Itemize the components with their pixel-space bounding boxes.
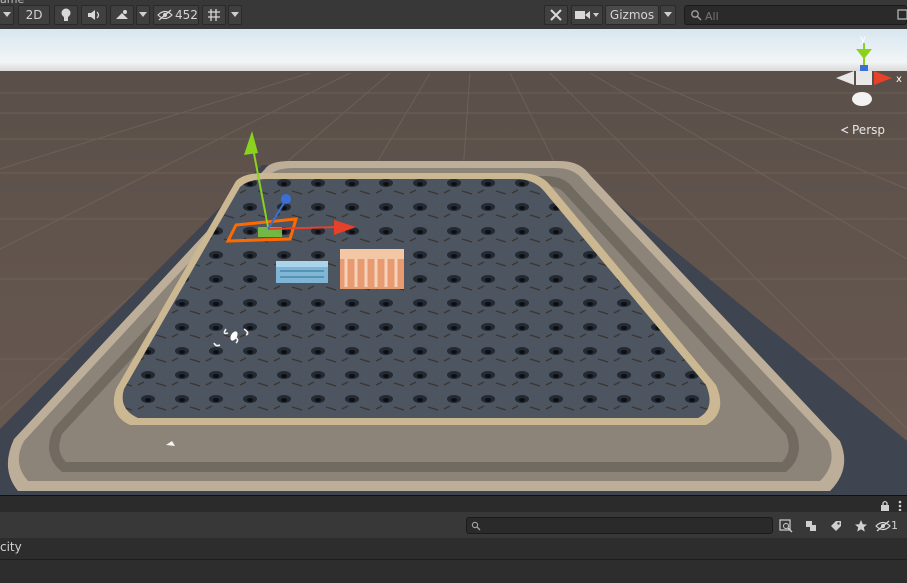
bottom-panel-content: city — [0, 538, 907, 583]
scene-toolbar: ame 2D 452 — [0, 0, 907, 30]
filter-icon — [779, 518, 793, 532]
chevron-down-icon — [2, 12, 11, 17]
gizmo-x-label: x — [896, 74, 902, 85]
camera-icon — [575, 11, 599, 19]
search-by-label-button[interactable] — [825, 516, 847, 535]
scene-search-field[interactable] — [684, 5, 907, 25]
hidden-objects-count: 452 — [175, 8, 198, 22]
search-icon — [471, 521, 481, 531]
z-axis-arrow[interactable] — [281, 194, 291, 204]
lighting-toggle[interactable] — [54, 5, 78, 25]
blue-building[interactable] — [276, 261, 328, 283]
asset-type-button[interactable] — [800, 516, 822, 535]
lightbulb-icon — [61, 8, 71, 21]
gizmos-button[interactable]: Gizmos — [605, 5, 659, 25]
gizmo-center-cube[interactable] — [856, 71, 872, 85]
bottom-panel-toolbar: 1 — [0, 512, 907, 539]
grid-dropdown[interactable] — [228, 5, 242, 25]
row-divider — [0, 559, 907, 560]
orange-building[interactable] — [340, 249, 404, 289]
list-item[interactable]: city — [0, 540, 22, 554]
effects-icon — [116, 9, 128, 19]
gizmo-negy-cone[interactable] — [852, 92, 872, 106]
search-icon — [691, 10, 702, 21]
hidden-objects-toggle[interactable]: 452 — [153, 5, 199, 25]
tools-icon — [550, 9, 562, 21]
tag-icon — [831, 520, 841, 531]
projection-label: Persp — [852, 123, 885, 137]
asset-type-icon — [806, 520, 816, 531]
search-input[interactable] — [703, 7, 887, 25]
gizmo-y-label: y — [860, 34, 866, 45]
lock-icon[interactable] — [880, 500, 890, 511]
eye-slash-icon — [875, 520, 891, 531]
effects-toggle[interactable] — [110, 5, 134, 25]
draw-mode-dropdown[interactable] — [0, 5, 14, 25]
bottom-panel-tabbar — [0, 495, 907, 513]
panel-search-field[interactable] — [466, 517, 773, 534]
grid-icon — [208, 9, 220, 21]
hidden-packages-toggle[interactable]: 1 — [875, 516, 907, 535]
gizmos-dropdown[interactable] — [660, 5, 676, 25]
speaker-icon — [88, 10, 100, 20]
chevron-down-icon — [139, 12, 147, 17]
chevron-down-icon — [664, 12, 672, 17]
scene-canvas[interactable]: y x Persp — [0, 29, 907, 495]
more-options-icon[interactable] — [898, 500, 902, 511]
tools-button[interactable] — [544, 5, 568, 25]
eye-slash-icon — [157, 9, 173, 21]
search-by-type-button[interactable] — [775, 516, 797, 535]
chevron-down-icon — [231, 12, 239, 17]
star-icon — [855, 519, 867, 532]
favorites-button[interactable] — [850, 516, 872, 535]
search-type-icon — [897, 9, 907, 20]
hidden-packages-count: 1 — [891, 519, 898, 532]
camera-settings-button[interactable] — [571, 5, 603, 25]
grid-toggle[interactable] — [202, 5, 226, 25]
audio-toggle[interactable] — [81, 5, 107, 25]
toggle-2d-button[interactable]: 2D — [18, 5, 50, 25]
effects-dropdown[interactable] — [136, 5, 150, 25]
scene-viewport[interactable]: y x Persp — [0, 29, 907, 495]
